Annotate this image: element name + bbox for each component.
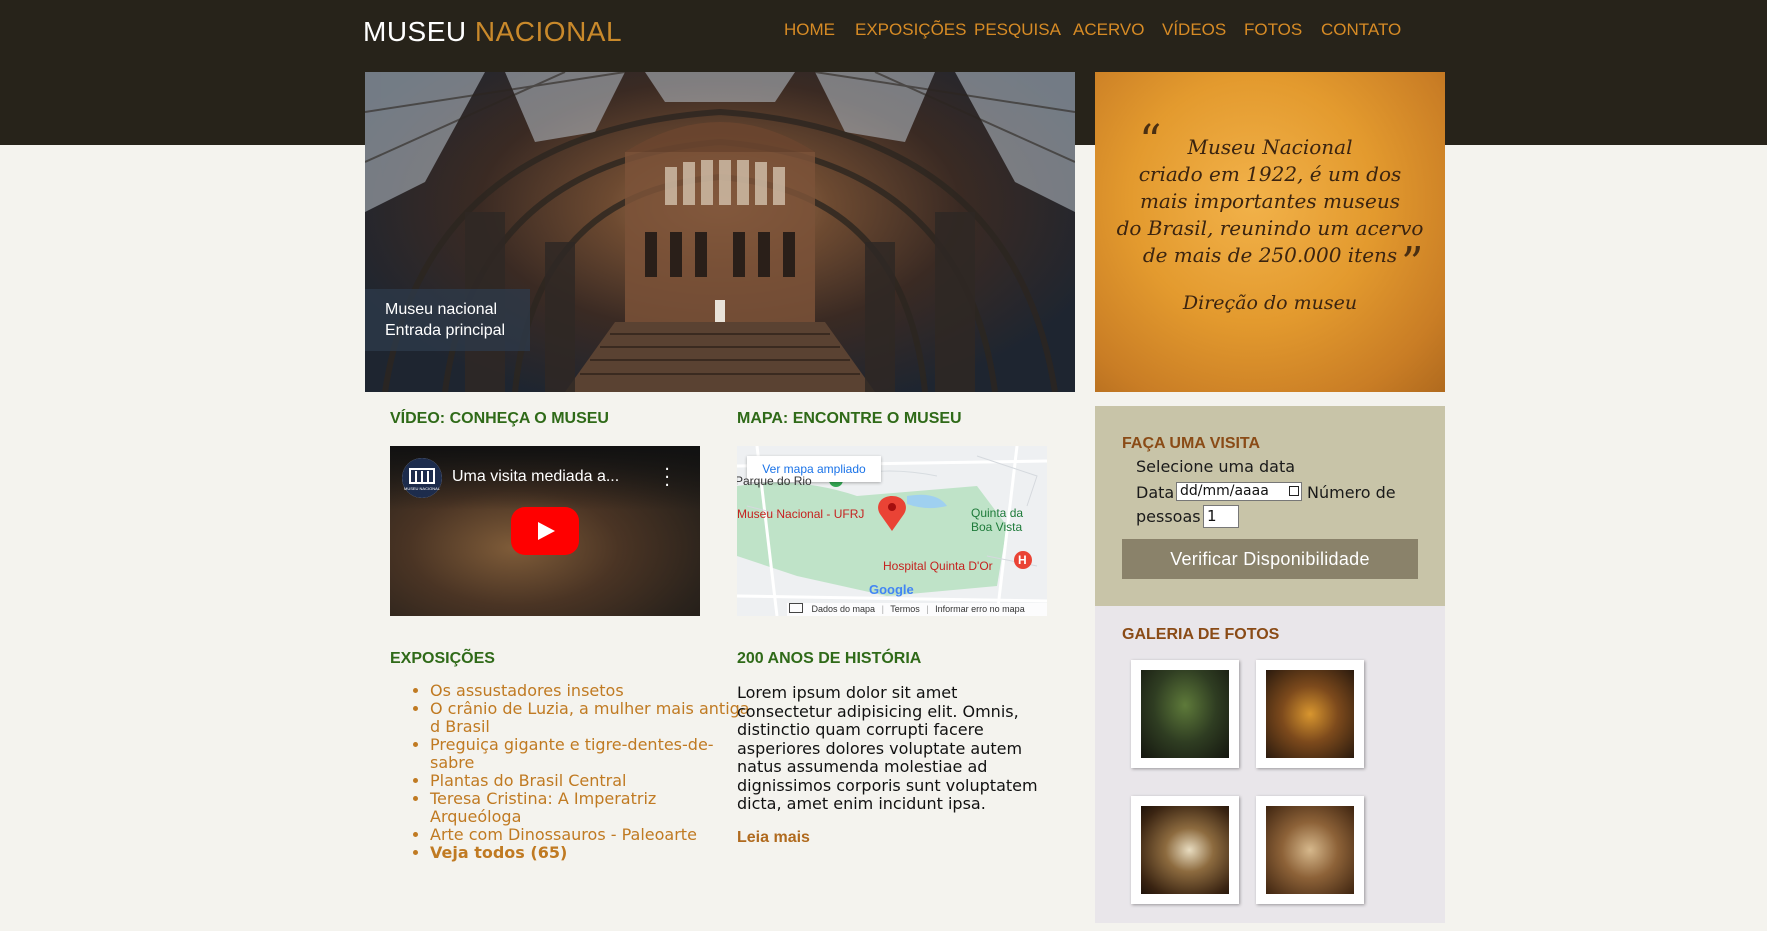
hero-image: Museu nacional Entrada principal — [365, 72, 1075, 392]
list-item[interactable]: Os assustadores insetos — [430, 682, 750, 700]
map-label-quinta-2: Boa Vista — [971, 520, 1023, 534]
visit-form: FAÇA UMA VISITA Selecione uma data Data … — [1095, 406, 1445, 606]
historia-text: Lorem ipsum dolor sit amet consectetur a… — [737, 683, 1038, 813]
historia-title: 200 ANOS DE HISTÓRIA — [737, 650, 922, 667]
list-item[interactable]: Preguiça gigante e tigre-dentes-de-sabre — [430, 736, 750, 772]
map-label-park: Parque do Rio — [737, 474, 812, 488]
channel-avatar[interactable]: MUSEU NACIONAL — [402, 458, 442, 498]
gallery-photo-image — [1141, 806, 1229, 894]
google-logo: Google — [869, 582, 914, 597]
quote-box: “ Museu Nacional criado em 1922, é um do… — [1095, 72, 1445, 392]
nav-fotos[interactable]: FOTOS — [1244, 20, 1302, 40]
list-item[interactable]: Teresa Cristina: A Imperatriz Arqueóloga — [430, 790, 750, 826]
map-report-link[interactable]: Informar erro no mapa — [935, 604, 1025, 614]
date-label: Data — [1136, 483, 1175, 502]
visit-subtitle: Selecione uma data — [1136, 457, 1296, 476]
quote-line: do Brasil, reunindo um acervo — [1116, 216, 1424, 240]
nav-pesquisa[interactable]: PESQUISA — [974, 20, 1061, 40]
quote-line: mais importantes museus — [1139, 189, 1401, 213]
main-nav: HOME EXPOSIÇÕES PESQUISA ACERVO VÍDEOS F… — [0, 20, 1767, 40]
channel-logo-text: MUSEU NACIONAL — [404, 486, 441, 491]
nav-contato[interactable]: CONTATO — [1321, 20, 1401, 40]
gallery-photo-image — [1141, 670, 1229, 758]
video-section-title: VÍDEO: CONHEÇA O MUSEU — [390, 410, 609, 427]
calendar-icon[interactable] — [1289, 486, 1299, 496]
quote-text: Museu Nacional criado em 1922, é um dos … — [1115, 134, 1425, 269]
hero-caption-line1: Museu nacional — [385, 301, 498, 318]
gallery-title: GALERIA DE FOTOS — [1122, 626, 1280, 643]
gallery-photo-image — [1266, 670, 1354, 758]
close-quote-icon: ” — [1401, 238, 1424, 289]
gallery-photo-image — [1266, 806, 1354, 894]
exposicoes-title: EXPOSIÇÕES — [390, 650, 495, 667]
quote-line: de mais de 250.000 itens — [1142, 243, 1398, 267]
people-label-2: pessoas — [1136, 507, 1201, 526]
map-label-hospital: Hospital Quinta D'Or — [883, 559, 993, 573]
exposicoes-list: Os assustadores insetos O crânio de Luzi… — [390, 682, 750, 862]
map-label-quinta-1: Quinta da — [971, 506, 1024, 520]
quote-line: criado em 1922, é um dos — [1138, 162, 1402, 186]
nav-videos[interactable]: VÍDEOS — [1162, 20, 1226, 40]
check-availability-button[interactable]: Verificar Disponibilidade — [1122, 539, 1418, 579]
gallery-photo[interactable] — [1256, 660, 1364, 768]
gallery-photo[interactable] — [1256, 796, 1364, 904]
keyboard-icon[interactable] — [789, 603, 803, 613]
museum-logo-icon: MUSEU NACIONAL — [402, 458, 442, 498]
date-input[interactable]: dd/mm/aaaa — [1176, 482, 1302, 501]
play-button[interactable] — [511, 507, 579, 555]
map-label-museum[interactable]: Museu Nacional - UFRJ — [737, 507, 864, 521]
quote-line: Museu Nacional — [1187, 135, 1353, 159]
list-item[interactable]: O crânio de Luzia, a mulher mais antiga … — [430, 700, 750, 736]
hero-caption: Museu nacional Entrada principal — [365, 289, 530, 351]
date-placeholder: dd/mm/aaaa — [1180, 483, 1269, 499]
read-more-link[interactable]: Leia mais — [737, 829, 810, 847]
photo-gallery: GALERIA DE FOTOS — [1095, 606, 1445, 923]
map-embed[interactable]: Ver mapa ampliado Parque do Rio Museu Na… — [737, 446, 1047, 616]
nav-acervo[interactable]: ACERVO — [1073, 20, 1145, 40]
map-section-title: MAPA: ENCONTRE O MUSEU — [737, 410, 962, 427]
people-input[interactable]: 1 — [1203, 505, 1239, 528]
hospital-marker-icon[interactable]: H — [1018, 553, 1027, 567]
video-embed[interactable]: MUSEU NACIONAL Uma visita mediada a... ·… — [390, 446, 700, 616]
video-title[interactable]: Uma visita mediada a... — [452, 468, 619, 486]
list-item[interactable]: Arte com Dinossauros - Paleoarte — [430, 826, 750, 844]
gallery-photo[interactable] — [1131, 796, 1239, 904]
quote-author: Direção do museu — [1182, 292, 1358, 314]
nav-home[interactable]: HOME — [784, 20, 835, 40]
map-footer: Dados do mapa | Termos | Informar erro n… — [787, 603, 1047, 616]
more-options-icon[interactable]: · · · — [664, 461, 670, 495]
visit-title: FAÇA UMA VISITA — [1122, 435, 1261, 452]
map-data-link[interactable]: Dados do mapa — [812, 604, 876, 614]
see-all-link[interactable]: Veja todos (65) — [430, 844, 750, 862]
gallery-photo[interactable] — [1131, 660, 1239, 768]
list-item[interactable]: Plantas do Brasil Central — [430, 772, 750, 790]
people-label: Número de — [1307, 483, 1396, 502]
map-terms-link[interactable]: Termos — [890, 604, 920, 614]
nav-exposicoes[interactable]: EXPOSIÇÕES — [855, 20, 966, 40]
hero-caption-line2: Entrada principal — [385, 322, 506, 339]
